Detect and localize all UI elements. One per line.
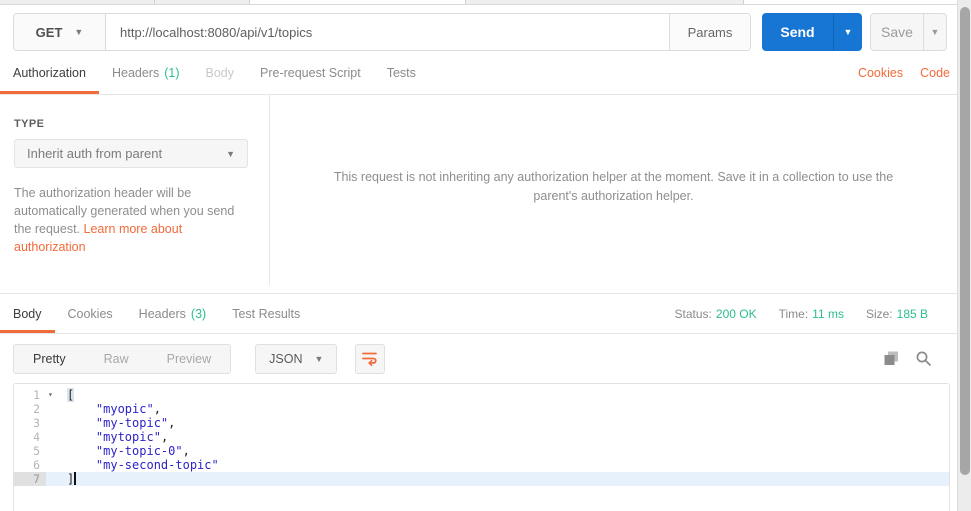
- preview-view-button[interactable]: Preview: [148, 345, 230, 373]
- tab-segment[interactable]: [0, 0, 155, 4]
- tab-headers[interactable]: Headers (1): [99, 52, 193, 94]
- tab-segment[interactable]: [466, 0, 744, 4]
- pretty-view-button[interactable]: Pretty: [14, 345, 85, 373]
- size-meta: Size: 185 B: [865, 306, 928, 321]
- tab-response-cookies[interactable]: Cookies: [55, 294, 126, 333]
- authorization-panel: TYPE Inherit auth from parent ▼ The auth…: [0, 95, 957, 293]
- copy-response-button[interactable]: [883, 350, 900, 367]
- format-value: JSON: [269, 351, 303, 366]
- raw-view-button[interactable]: Raw: [85, 345, 148, 373]
- code-text: "my-second-topic": [95, 458, 219, 472]
- code-line: 2 "myopic",: [14, 402, 949, 416]
- chevron-down-icon: ▼: [226, 148, 235, 159]
- line-number: 5: [33, 444, 40, 458]
- line-number: 4: [33, 430, 40, 444]
- auth-type-dropdown[interactable]: Inherit auth from parent ▼: [14, 139, 248, 168]
- request-tabs: Authorization Headers (1) Body Pre-reque…: [0, 52, 957, 95]
- request-builder: GET ▼ Params Send ▼ Save ▼: [13, 13, 947, 51]
- tab-test-results[interactable]: Test Results: [219, 294, 313, 333]
- auth-help-text: The authorization header will be automat…: [14, 186, 235, 254]
- fold-caret-icon[interactable]: ▾: [48, 388, 53, 402]
- type-label: TYPE: [14, 118, 45, 130]
- tab-segment-active[interactable]: [250, 0, 466, 4]
- code-lines: 1 ▾[2 "myopic", 3 "my-topic", 4 "mytopic", 5…: [14, 388, 949, 486]
- code-line: 6 "my-second-topic": [14, 458, 949, 472]
- tab-response-body[interactable]: Body: [0, 294, 55, 333]
- format-dropdown[interactable]: JSON ▼: [255, 343, 338, 374]
- tab-body[interactable]: Body: [193, 52, 248, 94]
- line-number: 7: [14, 472, 46, 486]
- code-text: "mytopic",: [95, 430, 169, 444]
- code-text: "myopic",: [95, 402, 161, 416]
- scrollbar-thumb[interactable]: [960, 7, 970, 475]
- save-button[interactable]: Save: [871, 14, 923, 50]
- status-value: 200 OK: [715, 306, 757, 321]
- save-dropdown-caret[interactable]: ▼: [923, 14, 946, 50]
- url-group: Params: [106, 13, 751, 51]
- line-number: 2: [33, 402, 40, 416]
- code-line: 3 "my-topic",: [14, 416, 949, 430]
- save-button-group: Save ▼: [870, 13, 947, 51]
- method-dropdown[interactable]: GET ▼: [13, 13, 106, 51]
- wrap-text-icon: [362, 351, 378, 366]
- method-label: GET: [35, 24, 63, 40]
- text-cursor: [74, 472, 77, 485]
- response-toolbar: Pretty Raw Preview JSON ▼: [0, 334, 957, 383]
- url-input[interactable]: [106, 14, 669, 50]
- auth-type-column: TYPE Inherit auth from parent ▼ The auth…: [0, 95, 270, 285]
- tab-authorization[interactable]: Authorization: [0, 52, 99, 94]
- params-button[interactable]: Params: [669, 14, 750, 50]
- send-dropdown-caret[interactable]: ▼: [833, 13, 862, 51]
- code-text: "my-topic-0",: [95, 444, 190, 458]
- tab-segment[interactable]: [155, 0, 250, 4]
- time-value: 11 ms: [812, 306, 844, 321]
- time-meta: Time: 11 ms: [778, 306, 844, 321]
- response-meta: Status: 200 OK Time: 11 ms Size: 185 B: [675, 294, 957, 333]
- headers-count-badge: (1): [164, 66, 180, 80]
- vertical-scrollbar[interactable]: [957, 0, 971, 511]
- response-tabs: Body Cookies Headers (3) Test Results St…: [0, 293, 957, 334]
- cookies-link[interactable]: Cookies: [858, 66, 903, 80]
- view-mode-switch: Pretty Raw Preview: [13, 343, 232, 374]
- auth-helper-message: This request is not inheriting any autho…: [333, 170, 894, 203]
- code-text: "my-topic",: [95, 416, 176, 430]
- request-tabs-strip[interactable]: [0, 0, 957, 5]
- code-line: 7]: [14, 472, 949, 486]
- code-line: 5 "my-topic-0",: [14, 444, 949, 458]
- tab-tests[interactable]: Tests: [374, 52, 429, 94]
- status-meta: Status: 200 OK: [674, 306, 757, 321]
- code-text: ]: [67, 472, 77, 486]
- size-value: 185 B: [896, 306, 928, 321]
- code-line: 1 ▾[: [14, 388, 949, 402]
- line-number: 3: [33, 416, 40, 430]
- response-tool-icons: [883, 350, 957, 367]
- tab-pre-request-script[interactable]: Pre-request Script: [247, 52, 374, 94]
- auth-type-value: Inherit auth from parent: [27, 146, 163, 161]
- send-button[interactable]: Send: [762, 13, 833, 51]
- search-response-button[interactable]: [915, 350, 932, 367]
- send-button-group: Send ▼: [762, 13, 862, 51]
- response-headers-count-badge: (3): [190, 306, 207, 321]
- line-number: 6: [33, 458, 40, 472]
- chevron-down-icon: ▼: [314, 353, 324, 364]
- code-line: 4 "mytopic",: [14, 430, 949, 444]
- response-body-editor[interactable]: 1 ▾[2 "myopic", 3 "my-topic", 4 "mytopic", 5…: [13, 383, 950, 511]
- tab-response-headers[interactable]: Headers (3): [126, 294, 220, 333]
- wrap-text-button[interactable]: [355, 343, 386, 374]
- chevron-down-icon: ▼: [74, 27, 84, 37]
- tab-segment: [744, 0, 957, 4]
- line-number: 1: [33, 388, 40, 402]
- code-link[interactable]: Code: [920, 66, 950, 80]
- auth-helper-panel: This request is not inheriting any autho…: [270, 95, 957, 293]
- request-links: Cookies Code: [858, 52, 957, 94]
